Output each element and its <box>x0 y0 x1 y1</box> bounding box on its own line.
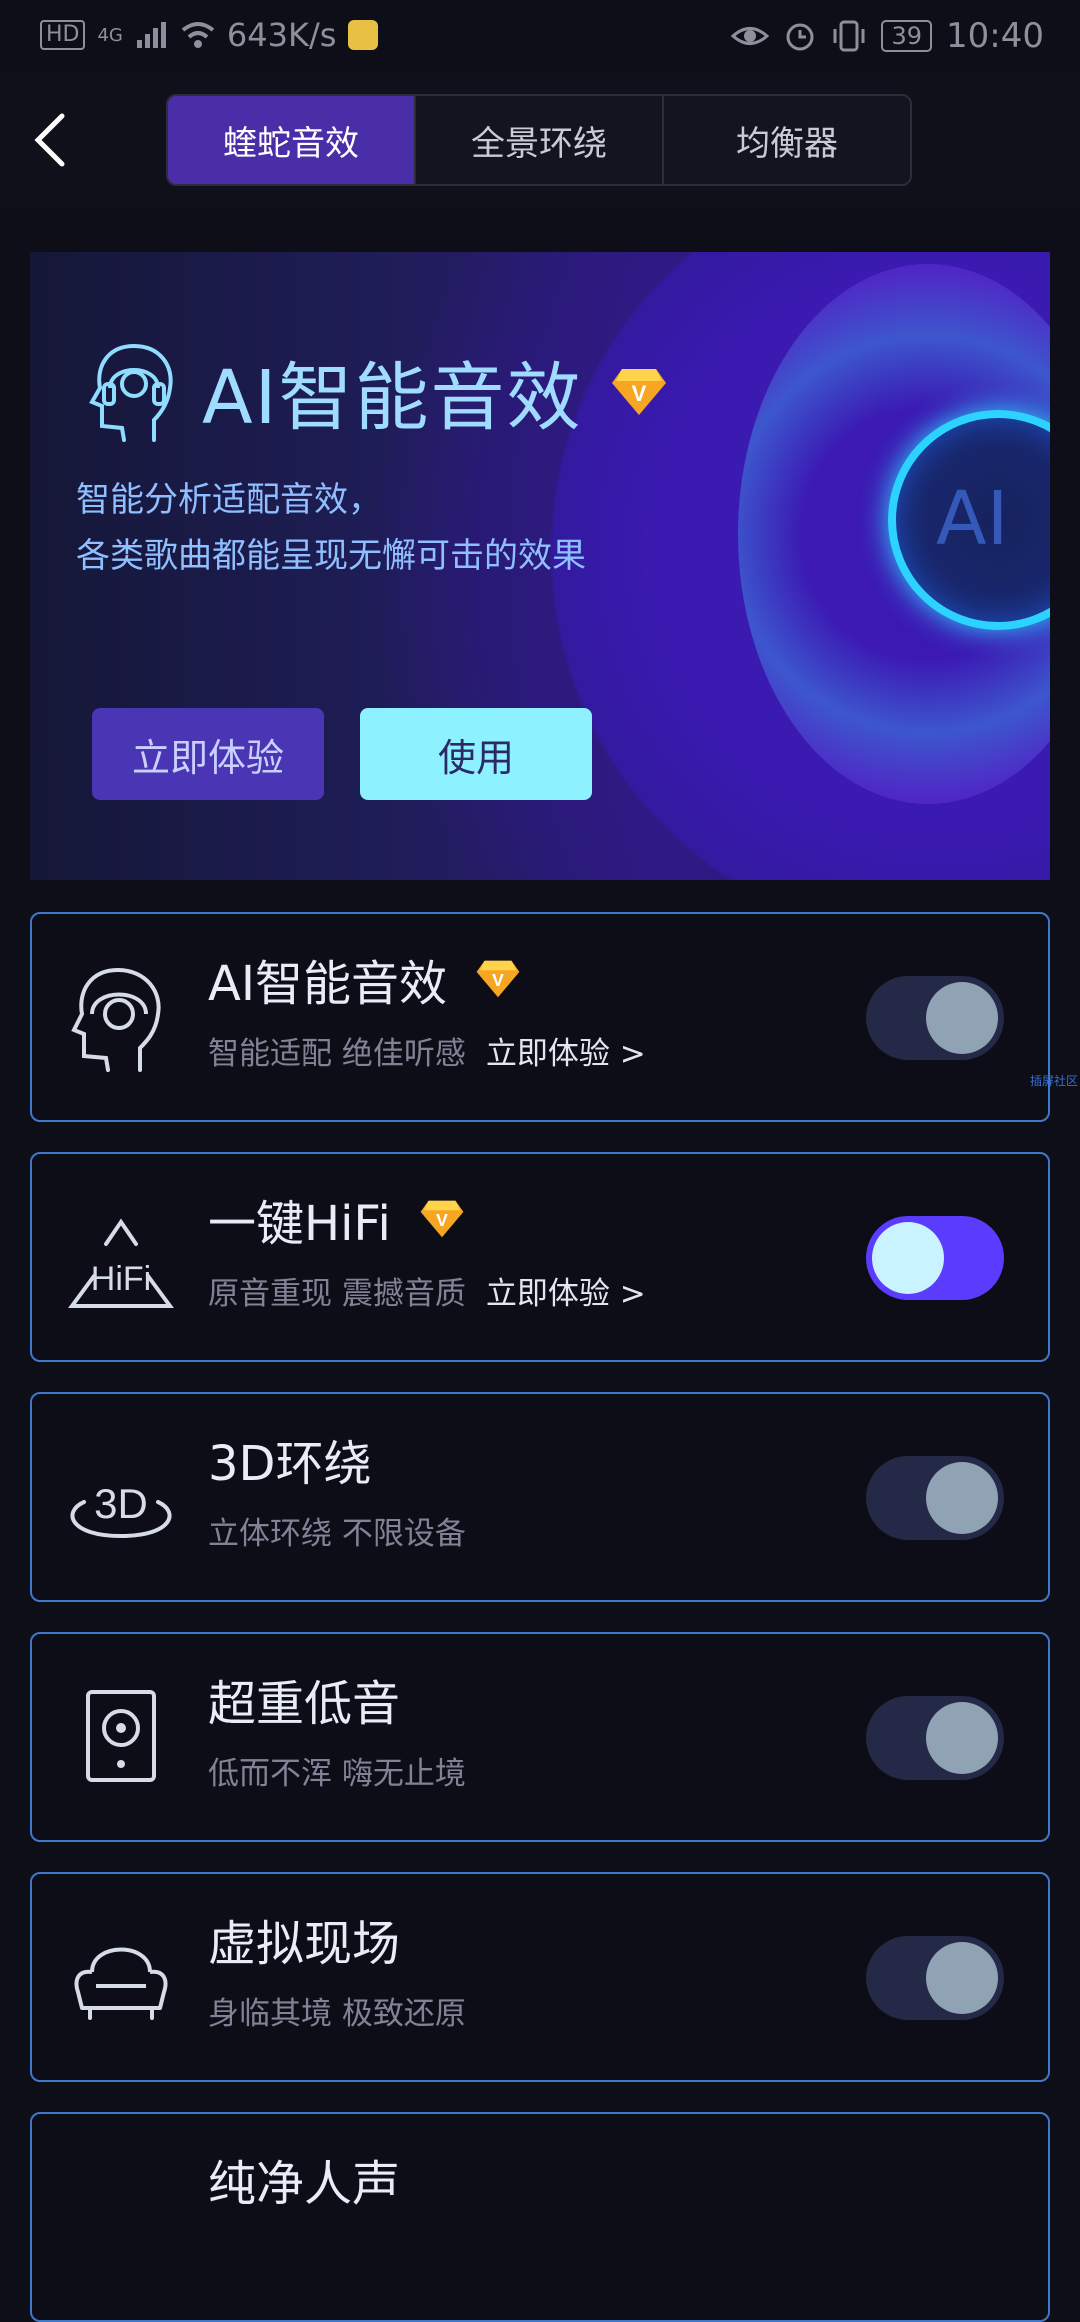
card-title: 3D环绕 <box>208 1424 372 1494</box>
network-speed: 643K/s <box>226 16 337 54</box>
status-left: HD 4G 643K/s <box>40 16 379 54</box>
ai-effect-banner: AI AI智能音效 V 智能分析适配音效， 各类歌曲都能呈现无懈可击的效果 立即… <box>30 252 1050 880</box>
card-title-text: 超重低音 <box>208 1676 401 1732</box>
network-type: 4G <box>97 24 123 46</box>
hifi-icon-text: HiFi <box>91 1260 151 1298</box>
battery-indicator: 39 <box>881 20 933 52</box>
hd-indicator: HD <box>40 20 86 50</box>
card-subtitle: 立体环绕 不限设备 <box>208 1508 466 1553</box>
vip-diamond-icon: V <box>420 1200 464 1238</box>
ai-orb-label: AI <box>936 476 1009 562</box>
card-subtitle-text: 身临其境 极致还原 <box>208 1996 466 2032</box>
back-button[interactable] <box>24 108 88 172</box>
use-button[interactable]: 使用 <box>360 708 592 800</box>
3d-surround-icon: 3D <box>70 1480 172 1539</box>
ai-effect-toggle[interactable] <box>866 976 1004 1060</box>
toggle-knob <box>926 982 998 1054</box>
banner-title: AI智能音效 <box>202 355 583 441</box>
effect-card-hifi[interactable]: HiFi 一键HiFi V 原音重现 震撼音质 立即体验 > <box>30 1152 1050 1362</box>
try-now-button[interactable]: 立即体验 <box>92 708 324 800</box>
card-title: 纯净人声 <box>208 2144 400 2214</box>
effect-card-virtual-live[interactable]: 虚拟现场 身临其境 极致还原 <box>30 1872 1050 2082</box>
vip-diamond-icon: V <box>476 960 520 998</box>
card-subtitle: 身临其境 极致还原 <box>208 1988 466 2033</box>
ai-head-icon <box>71 968 161 1072</box>
card-subtitle: 低而不浑 嗨无止境 <box>208 1748 466 1793</box>
effect-card-3d[interactable]: 3D 3D环绕 立体环绕 不限设备 <box>30 1392 1050 1602</box>
tab-equalizer[interactable]: 均衡器 <box>664 96 910 184</box>
vip-diamond-letter: V <box>436 1210 448 1230</box>
status-bar: HD 4G 643K/s 39 10:40 <box>0 0 1080 72</box>
card-subtitle: 智能适配 绝佳听感 立即体验 > <box>208 1028 646 1073</box>
vip-diamond-letter: V <box>632 381 647 406</box>
speaker-icon <box>86 1690 156 1782</box>
top-header: 蝰蛇音效 全景环绕 均衡器 <box>0 72 1080 208</box>
notification-app-icon <box>348 20 379 50</box>
try-now-link[interactable]: 立即体验 > <box>486 1028 646 1073</box>
back-arrow-icon <box>34 113 65 167</box>
3d-surround-toggle[interactable] <box>866 1456 1004 1540</box>
card-title-text: 一键HiFi <box>208 1196 391 1252</box>
vip-diamond-letter: V <box>492 970 504 990</box>
card-title: 超重低音 <box>208 1664 400 1734</box>
card-title-text: 纯净人声 <box>208 2156 401 2212</box>
hifi-toggle[interactable] <box>866 1216 1004 1300</box>
card-title-text: 3D环绕 <box>208 1436 372 1492</box>
3d-icon-text: 3D <box>94 1480 148 1527</box>
tab-panoramic-surround[interactable]: 全景环绕 <box>416 96 664 184</box>
card-title: AI智能音效 V <box>208 944 521 1014</box>
banner-desc-line-2: 各类歌曲都能呈现无懈可击的效果 <box>76 536 586 576</box>
card-subtitle: 原音重现 震撼音质 立即体验 > <box>208 1268 646 1313</box>
clock: 10:40 <box>946 16 1044 56</box>
card-subtitle-text: 原音重现 震撼音质 <box>208 1276 466 1312</box>
ai-head-icon <box>89 343 173 442</box>
vip-diamond-icon: V <box>612 368 667 415</box>
try-now-link[interactable]: 立即体验 > <box>486 1268 646 1313</box>
toggle-knob <box>926 1702 998 1774</box>
side-watermark: 插屏社区 <box>1029 1074 1078 1088</box>
signal-icon <box>136 22 166 48</box>
card-subtitle-text: 低而不浑 嗨无止境 <box>208 1756 466 1792</box>
status-right: 39 10:40 <box>731 16 1044 56</box>
banner-title-row: AI智能音效 V <box>88 338 668 445</box>
banner-desc-line-1: 智能分析适配音效， <box>76 480 382 520</box>
card-subtitle-text: 立体环绕 不限设备 <box>208 1516 466 1552</box>
card-title-text: AI智能音效 <box>208 956 447 1012</box>
card-title: 一键HiFi V <box>208 1184 465 1254</box>
sofa-icon <box>74 1947 168 2020</box>
wifi-icon <box>181 22 215 48</box>
effect-tabs: 蝰蛇音效 全景环绕 均衡器 <box>166 94 912 186</box>
card-subtitle-text: 智能适配 绝佳听感 <box>208 1036 466 1072</box>
super-bass-toggle[interactable] <box>866 1696 1004 1780</box>
eye-icon <box>731 27 770 45</box>
card-title-text: 虚拟现场 <box>208 1916 401 1972</box>
effect-card-ai[interactable]: AI智能音效 V 智能适配 绝佳听感 立即体验 > <box>30 912 1050 1122</box>
toggle-knob <box>872 1222 944 1294</box>
toggle-knob <box>926 1462 998 1534</box>
toggle-knob <box>926 1942 998 2014</box>
card-title: 虚拟现场 <box>208 1904 400 1974</box>
virtual-live-toggle[interactable] <box>866 1936 1004 2020</box>
vibrate-icon <box>833 20 865 52</box>
effect-card-bass[interactable]: 超重低音 低而不浑 嗨无止境 <box>30 1632 1050 1842</box>
hifi-icon: HiFi <box>68 1218 174 1308</box>
banner-description: 智能分析适配音效， 各类歌曲都能呈现无懈可击的效果 <box>76 472 586 584</box>
effect-card-pure-vocal[interactable]: 纯净人声 <box>30 2112 1050 2322</box>
alarm-icon <box>786 23 814 51</box>
tab-viper-effects[interactable]: 蝰蛇音效 <box>168 96 416 184</box>
